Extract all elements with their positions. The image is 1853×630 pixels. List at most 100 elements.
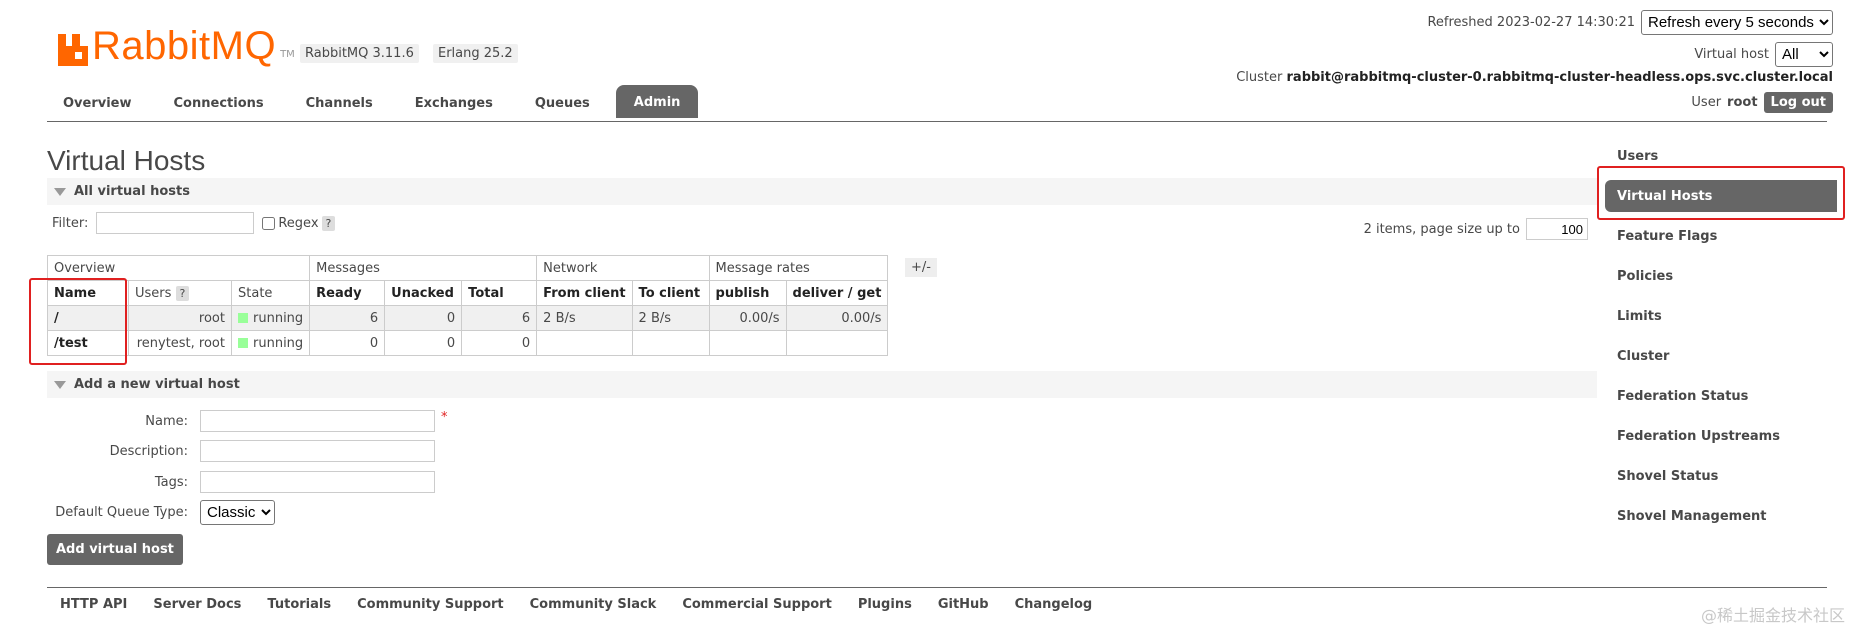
tab-divider <box>47 121 1827 122</box>
logout-button[interactable]: Log out <box>1763 92 1833 113</box>
status-indicator-icon <box>238 338 248 348</box>
add-vhost-button[interactable]: Add virtual host <box>47 534 183 565</box>
footer-link-plugins[interactable]: Plugins <box>858 597 912 612</box>
tab-queues[interactable]: Queues <box>519 88 606 118</box>
cell-publish: 0.00/s <box>708 305 787 331</box>
group-overview: Overview <box>46 255 311 281</box>
description-label: Description: <box>109 443 188 459</box>
col-from-client[interactable]: From client <box>536 280 633 306</box>
page-title: Virtual Hosts <box>47 145 206 176</box>
collapse-triangle-icon <box>54 380 66 389</box>
table-group-header: Overview Messages Network Message rates <box>46 255 889 281</box>
tab-overview[interactable]: Overview <box>47 88 148 118</box>
footer-divider <box>47 587 1827 588</box>
required-mark: * <box>441 409 448 425</box>
cell-total: 0 <box>461 330 538 356</box>
sidebar-item-federation-upstreams[interactable]: Federation Upstreams <box>1605 420 1837 452</box>
col-deliver-get[interactable]: deliver / get <box>785 280 889 306</box>
footer-link-commercial-support[interactable]: Commercial Support <box>682 597 832 612</box>
refresh-interval-select[interactable]: Refresh every 5 seconds <box>1641 10 1833 35</box>
tab-exchanges[interactable]: Exchanges <box>399 88 509 118</box>
col-total[interactable]: Total <box>461 280 538 306</box>
all-vhosts-section-header[interactable]: All virtual hosts <box>47 178 1597 205</box>
tab-connections[interactable]: Connections <box>158 88 280 118</box>
tab-admin[interactable]: Admin <box>615 85 699 118</box>
tab-channels[interactable]: Channels <box>290 88 389 118</box>
sidebar-item-limits[interactable]: Limits <box>1605 300 1837 332</box>
column-toggle-button[interactable]: +/- <box>905 258 937 277</box>
regex-checkbox[interactable] <box>262 216 276 230</box>
col-to-client[interactable]: To client <box>631 280 710 306</box>
filter-input[interactable] <box>96 212 255 234</box>
footer-link-community-support[interactable]: Community Support <box>357 597 504 612</box>
section-title: All virtual hosts <box>74 184 190 199</box>
cell-unacked: 0 <box>384 330 463 356</box>
col-state[interactable]: State <box>230 280 311 306</box>
vhost-tags-input[interactable] <box>200 471 435 493</box>
regex-toggle: Regex ? <box>262 215 336 231</box>
watermark: @稀土掘金技术社区 <box>1700 606 1845 625</box>
main-tabs: Overview Connections Channels Exchanges … <box>47 85 708 118</box>
version-badge: RabbitMQ 3.11.6 <box>300 44 419 63</box>
vhost-description-input[interactable] <box>200 440 435 462</box>
cell-total: 6 <box>461 305 538 331</box>
help-icon[interactable]: ? <box>321 215 336 231</box>
table-column-header: Name Users ? State Ready Unacked Total F… <box>47 280 889 306</box>
footer-link-server-docs[interactable]: Server Docs <box>153 597 241 612</box>
cluster-name: rabbit@rabbitmq-cluster-0.rabbitmq-clust… <box>1286 70 1833 85</box>
user-label: User <box>1691 95 1722 110</box>
vhost-name-input[interactable] <box>200 410 435 432</box>
highlight-virtual-hosts <box>1597 166 1845 220</box>
erlang-badge: Erlang 25.2 <box>433 44 518 63</box>
sidebar-item-cluster[interactable]: Cluster <box>1605 340 1837 372</box>
vhost-label: Virtual host <box>1694 47 1769 62</box>
sidebar-item-federation-status[interactable]: Federation Status <box>1605 380 1837 412</box>
footer-links: HTTP API Server Docs Tutorials Community… <box>47 597 1105 612</box>
section-title: Add a new virtual host <box>74 377 240 392</box>
cell-to-client <box>631 330 710 356</box>
cell-deliver-get <box>785 330 889 356</box>
vhost-users: root <box>128 305 232 331</box>
rabbit-logo-icon <box>58 34 88 66</box>
vhost-select[interactable]: All <box>1775 42 1833 67</box>
vhost-state: running <box>230 330 311 356</box>
footer-link-github[interactable]: GitHub <box>938 597 989 612</box>
col-unacked[interactable]: Unacked <box>384 280 463 306</box>
cluster-label: Cluster <box>1236 70 1283 85</box>
footer-link-community-slack[interactable]: Community Slack <box>530 597 657 612</box>
rabbitmq-logo: RabbitMQ TM <box>58 18 295 66</box>
footer-link-http-api[interactable]: HTTP API <box>60 597 127 612</box>
tags-row: Tags: <box>0 471 435 493</box>
cell-deliver-get: 0.00/s <box>785 305 889 331</box>
cell-from-client: 2 B/s <box>536 305 633 331</box>
name-row: Name: * <box>0 410 448 432</box>
vhosts-table: Overview Messages Network Message rates … <box>46 255 889 356</box>
group-message-rates: Message rates <box>708 255 889 281</box>
add-vhost-section-header[interactable]: Add a new virtual host <box>47 371 1597 398</box>
logo-trademark: TM <box>280 49 295 60</box>
cell-publish <box>708 330 787 356</box>
page-info-text: 2 items, page size up to <box>1363 221 1520 237</box>
footer-link-changelog[interactable]: Changelog <box>1015 597 1093 612</box>
sidebar-item-policies[interactable]: Policies <box>1605 260 1837 292</box>
col-users[interactable]: Users ? <box>128 280 232 306</box>
col-publish[interactable]: publish <box>708 280 787 306</box>
sidebar-item-feature-flags[interactable]: Feature Flags <box>1605 220 1837 252</box>
queue-type-select[interactable]: Classic <box>200 500 275 525</box>
col-ready[interactable]: Ready <box>309 280 386 306</box>
logo-wordmark: RabbitMQ <box>92 24 277 68</box>
sidebar-item-shovel-management[interactable]: Shovel Management <box>1605 500 1837 532</box>
status-indicator-icon <box>238 313 248 323</box>
group-messages: Messages <box>309 255 538 281</box>
table-row: /test renytest, root running 0 0 0 <box>47 330 889 356</box>
page-size-input[interactable] <box>1526 218 1588 240</box>
cell-ready: 0 <box>309 330 386 356</box>
help-icon[interactable]: ? <box>175 285 190 301</box>
queue-type-label: Default Queue Type: <box>55 505 188 520</box>
sidebar-item-shovel-status[interactable]: Shovel Status <box>1605 460 1837 492</box>
name-label: Name: <box>145 413 188 429</box>
footer-link-tutorials[interactable]: Tutorials <box>267 597 331 612</box>
tags-label: Tags: <box>154 474 188 490</box>
queue-type-row: Default Queue Type: Classic <box>0 500 275 525</box>
user-info: User root Log out <box>1691 92 1833 113</box>
